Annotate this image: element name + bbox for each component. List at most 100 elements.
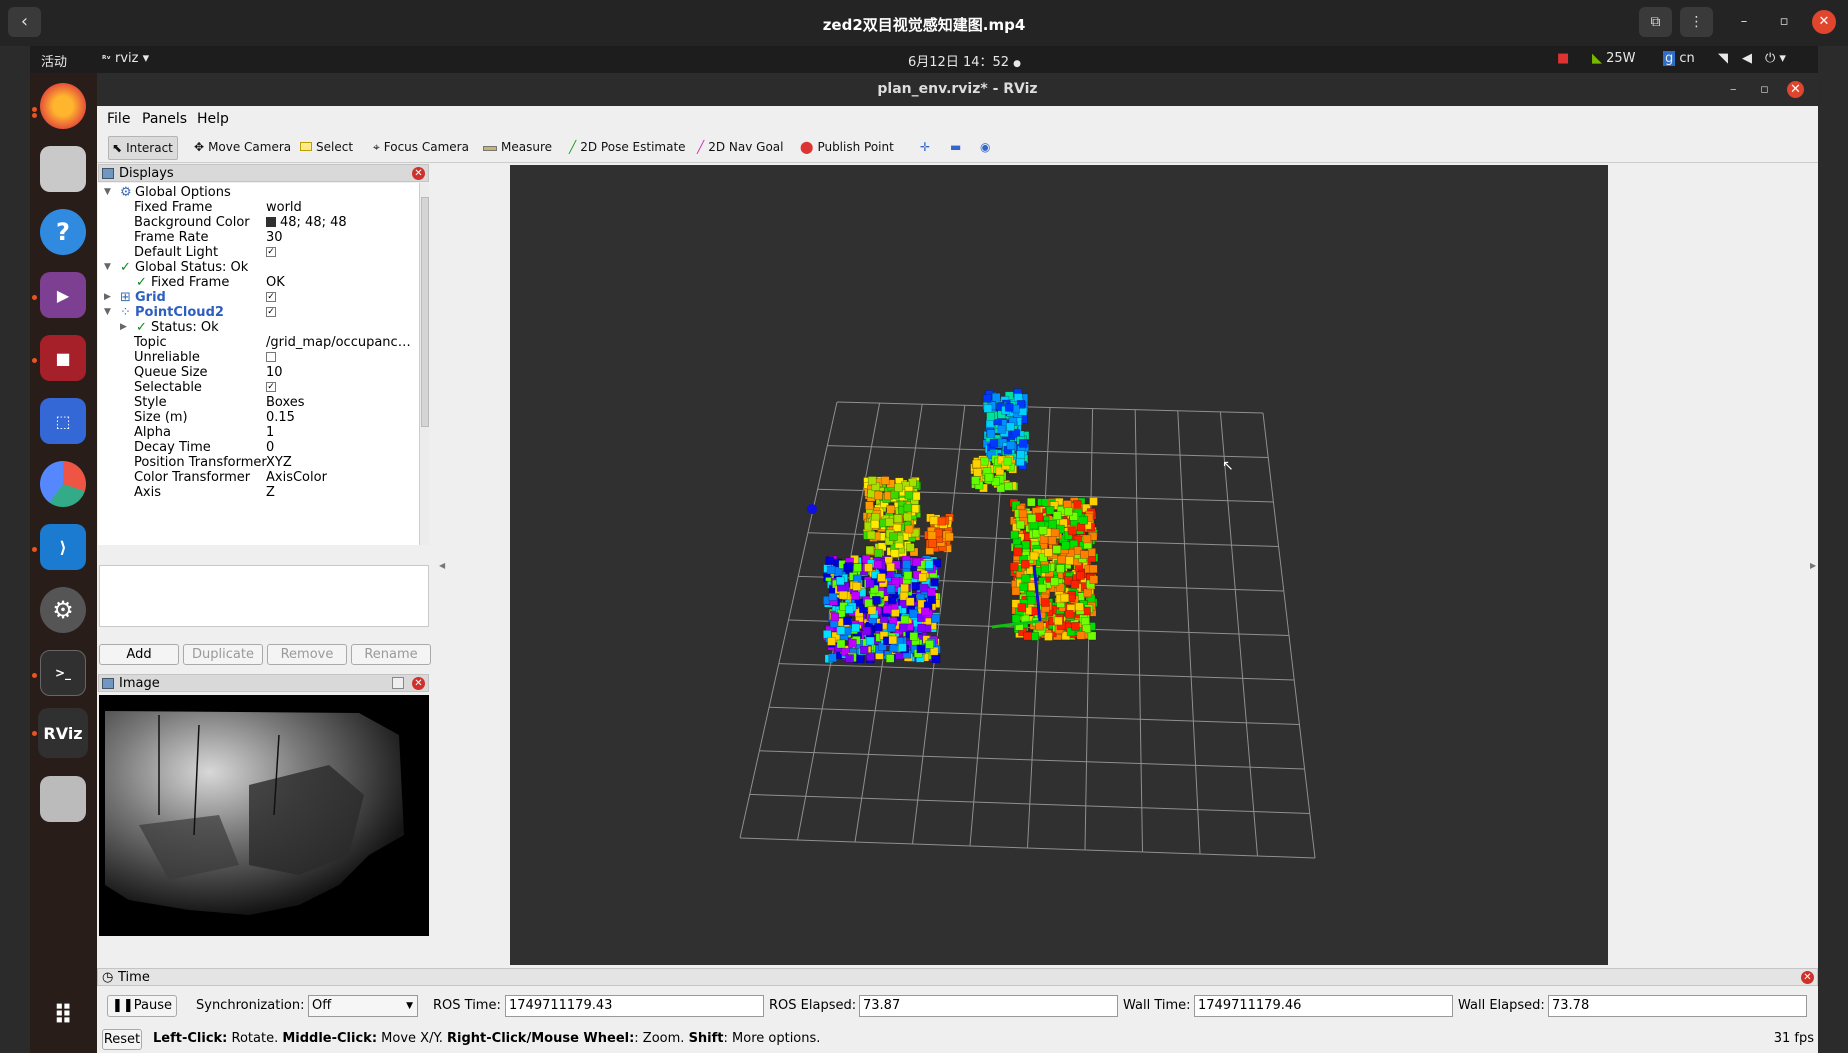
- tool-focus-camera[interactable]: ⌖ Focus Camera: [370, 136, 473, 160]
- view-tool-button[interactable]: ◉: [977, 136, 994, 160]
- more-options-button[interactable]: ⋮: [1680, 7, 1713, 37]
- restore-button[interactable]: ▫: [1772, 10, 1796, 34]
- tree-row[interactable]: Axis Z: [98, 485, 419, 500]
- files-icon[interactable]: [40, 146, 86, 192]
- tree-row[interactable]: ▼ ⚙ Global Options: [98, 185, 419, 200]
- tree-value[interactable]: ✓: [266, 380, 416, 395]
- left-splitter-handle[interactable]: ◀: [439, 561, 447, 581]
- wifi-icon[interactable]: ◥: [1718, 51, 1728, 66]
- terminal-icon[interactable]: >_: [40, 650, 86, 696]
- reset-button[interactable]: Reset: [102, 1029, 142, 1050]
- time-close-button[interactable]: ✕: [1801, 971, 1814, 984]
- picture-in-picture-button[interactable]: ⧉: [1639, 7, 1672, 37]
- firefox-icon[interactable]: [40, 83, 86, 129]
- wall-time-field[interactable]: 1749711179.46: [1194, 995, 1453, 1017]
- vscode-icon[interactable]: ⟩: [40, 524, 86, 570]
- expand-open-icon[interactable]: ▼: [104, 305, 111, 320]
- displays-close-button[interactable]: ✕: [412, 167, 425, 180]
- input-method[interactable]: g cn: [1663, 51, 1695, 66]
- rviz-icon[interactable]: RViz: [38, 708, 88, 758]
- duplicate-button[interactable]: Duplicate: [183, 644, 263, 665]
- drive-icon[interactable]: [40, 776, 86, 822]
- settings-gear-icon[interactable]: ⚙: [40, 587, 86, 633]
- tree-row[interactable]: Alpha 1: [98, 425, 419, 440]
- tree-row[interactable]: ✓ Fixed Frame OK: [98, 275, 419, 290]
- tree-row[interactable]: Topic/grid_map/occupancy_in...: [98, 335, 419, 350]
- tree-row[interactable]: ▶ ✓ Status: Ok: [98, 320, 419, 335]
- tool-move-camera[interactable]: ✥ Move Camera: [191, 136, 295, 160]
- wall-elapsed-field[interactable]: 73.78: [1548, 995, 1807, 1017]
- disk-usage-icon[interactable]: [40, 461, 86, 507]
- tree-row[interactable]: Background Color 48; 48; 48: [98, 215, 419, 230]
- video-player-icon[interactable]: ▶: [40, 272, 86, 318]
- menu-panels[interactable]: Panels: [142, 111, 187, 127]
- pause-button[interactable]: ❚❚Pause: [107, 995, 177, 1017]
- checkbox[interactable]: ✓: [266, 381, 276, 392]
- tool-2d-nav-goal[interactable]: ╱ 2D Nav Goal: [694, 136, 788, 160]
- rviz-minimize-button[interactable]: –: [1730, 73, 1737, 106]
- tree-value[interactable]: ✓: [266, 290, 416, 305]
- expand-open-icon[interactable]: ▼: [104, 260, 111, 275]
- image-close-button[interactable]: ✕: [412, 677, 425, 690]
- add-tool-button[interactable]: ✛: [917, 136, 934, 160]
- tree-row[interactable]: Color Transformer AxisColor: [98, 470, 419, 485]
- sync-select[interactable]: Off ▼: [308, 995, 418, 1017]
- tree-row[interactable]: ▼ ⁘ PointCloud2 ✓: [98, 305, 419, 320]
- rename-button[interactable]: Rename: [351, 644, 431, 665]
- tree-value[interactable]: [266, 350, 416, 365]
- remove-button[interactable]: Remove: [267, 644, 347, 665]
- checkbox[interactable]: ✓: [266, 291, 276, 302]
- checkbox[interactable]: ✓: [266, 306, 276, 317]
- tree-row[interactable]: ▶ ⊞ Grid ✓: [98, 290, 419, 305]
- rviz-close-button[interactable]: ✕: [1787, 81, 1804, 98]
- activities-button[interactable]: 活动: [41, 51, 67, 70]
- recorder-icon[interactable]: ■: [40, 335, 86, 381]
- tree-row[interactable]: ▼ ✓ Global Status: Ok: [98, 260, 419, 275]
- right-splitter-handle[interactable]: ▶: [1810, 561, 1818, 581]
- tree-value[interactable]: ✓: [266, 305, 416, 320]
- menu-file[interactable]: File: [107, 111, 130, 127]
- ros-elapsed-field[interactable]: 73.87: [859, 995, 1118, 1017]
- tree-row[interactable]: Unreliable: [98, 350, 419, 365]
- gpu-indicator[interactable]: ◣ 25W: [1592, 51, 1636, 66]
- add-button[interactable]: Add: [99, 644, 179, 665]
- help-icon[interactable]: ?: [40, 209, 86, 255]
- tree-row[interactable]: Position Transformer XYZ: [98, 455, 419, 470]
- 3d-viewport[interactable]: ↖: [510, 165, 1608, 965]
- tree-row[interactable]: Fixed Frame world: [98, 200, 419, 215]
- tool-publish-point[interactable]: ⬤ Publish Point: [797, 136, 898, 160]
- expand-closed-icon[interactable]: ▶: [104, 290, 111, 305]
- tree-row[interactable]: Default Light ✓: [98, 245, 419, 260]
- clock[interactable]: 6月12日 14：52 ●: [908, 51, 1021, 70]
- displays-scrollbar[interactable]: [419, 183, 429, 545]
- tool-interact[interactable]: ⬉ Interact: [108, 136, 178, 160]
- volume-icon[interactable]: ◀: [1742, 51, 1752, 66]
- checkbox[interactable]: [266, 351, 276, 362]
- tree-row[interactable]: Style Boxes: [98, 395, 419, 410]
- expand-closed-icon[interactable]: ▶: [120, 320, 127, 335]
- menu-help[interactable]: Help: [197, 111, 229, 127]
- expand-open-icon[interactable]: ▼: [104, 185, 111, 200]
- screenshot-icon[interactable]: ⬚: [40, 398, 86, 444]
- close-button[interactable]: ✕: [1812, 10, 1836, 34]
- tool-2d-pose-estimate[interactable]: ╱ 2D Pose Estimate: [566, 136, 690, 160]
- checkbox[interactable]: ✓: [266, 246, 276, 257]
- tree-value[interactable]: ✓: [266, 245, 416, 260]
- ros-time-field[interactable]: 1749711179.43: [505, 995, 764, 1017]
- power-icon[interactable]: ⏻ ▾: [1765, 51, 1786, 66]
- remove-tool-button[interactable]: ▬: [947, 136, 965, 160]
- screen-record-icon[interactable]: ■: [1557, 51, 1569, 66]
- rviz-restore-button[interactable]: ▫: [1760, 73, 1769, 106]
- tool-select[interactable]: Select: [297, 136, 357, 160]
- tree-row[interactable]: Queue Size 10: [98, 365, 419, 380]
- tree-row[interactable]: Frame Rate 30: [98, 230, 419, 245]
- scene-canvas[interactable]: ↖: [510, 165, 1608, 965]
- tool-measure[interactable]: Measure: [480, 136, 556, 160]
- undock-button[interactable]: [392, 677, 404, 689]
- tree-row[interactable]: Decay Time 0: [98, 440, 419, 455]
- tree-row[interactable]: Selectable ✓: [98, 380, 419, 395]
- tree-row[interactable]: Size (m) 0.15: [98, 410, 419, 425]
- app-menu[interactable]: ᴿᵛ rviz ▾: [102, 51, 149, 66]
- app-grid-icon[interactable]: ⠿: [40, 993, 86, 1039]
- minimize-button[interactable]: –: [1732, 10, 1756, 34]
